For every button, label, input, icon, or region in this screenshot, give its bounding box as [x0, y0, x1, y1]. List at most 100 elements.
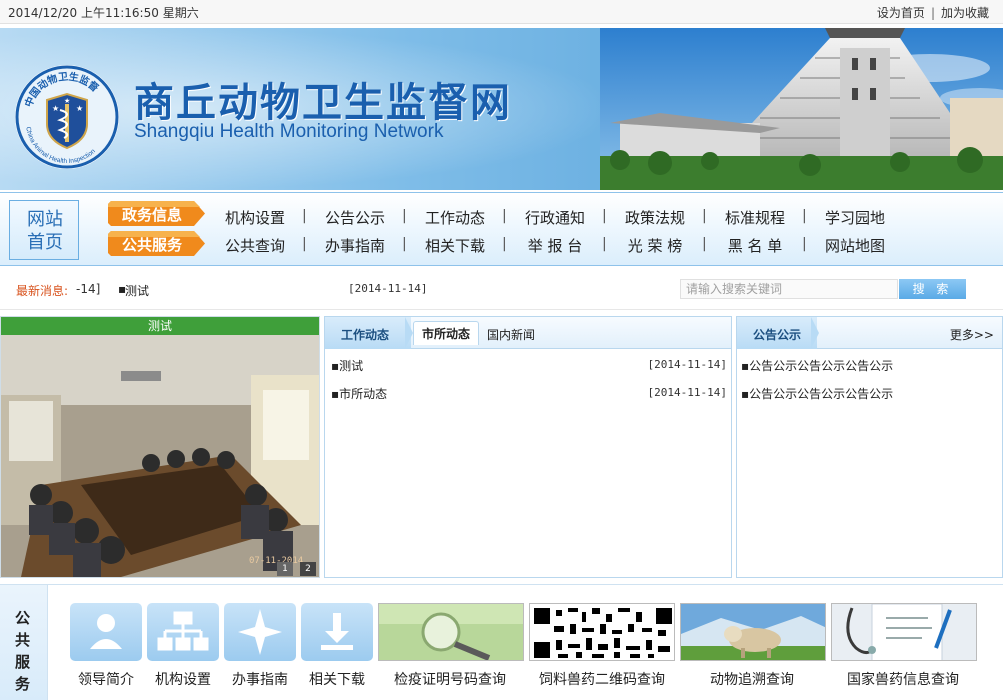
government-info-tag[interactable]: 政务信息 [108, 201, 206, 226]
news-ticker: 最新消息: -14] ▪ 测试 [2014-11-14] 搜 索 [0, 270, 1003, 310]
nav-row-public: 公共查询 | 办事指南 | 相关下载 | 举 报 台 | 光 荣 榜 | 黑 名… [210, 235, 1000, 257]
search-button[interactable]: 搜 索 [899, 279, 966, 299]
site-subtitle: Shangqiu Health Monitoring Network [134, 121, 444, 142]
magnifier-image [378, 603, 524, 661]
person-icon [70, 603, 142, 661]
service-label: 机构设置 [155, 672, 211, 688]
museum-building-image [600, 28, 1003, 190]
news-tab-bar: 工作动态 市所动态 国内新闻 [325, 317, 731, 349]
nav-separator: | [402, 236, 407, 252]
notice-section-header: 公告公示 [737, 317, 817, 349]
medical-image [831, 603, 977, 661]
news-section-title: 工作动态 [341, 328, 390, 342]
compass-star-icon [224, 603, 296, 661]
public-services-label: 公共服务 [15, 609, 31, 693]
news-section-header: 工作动态 [325, 317, 411, 349]
nav-separator: | [302, 208, 307, 224]
news-item-date: [2014-11-14] [647, 358, 727, 371]
top-bar: 2014/12/20 上午11:16:50 星期六 设为首页 | 加为收藏 [0, 0, 1003, 24]
nav-separator: | [702, 236, 707, 252]
cow-image [680, 603, 826, 661]
service-label: 相关下载 [309, 672, 365, 688]
svg-text:★: ★ [76, 104, 83, 113]
home-button[interactable]: 网站 首页 [9, 200, 79, 260]
notice-list-item[interactable]: ▪公告公示公告公示公告公示 [741, 385, 893, 402]
news-item-title[interactable]: ▪测试 [331, 357, 363, 374]
top-links: 设为首页 | 加为收藏 [877, 4, 989, 21]
ticker-item-title[interactable]: 测试 [125, 282, 149, 299]
main-nav: 网站 首页 政务信息 公共服务 机构设置 | 公告公示 | 工作动态 | 行政通… [0, 192, 1003, 266]
nav-separator: | [302, 236, 307, 252]
service-label: 领导简介 [78, 672, 134, 688]
public-service-tag[interactable]: 公共服务 [108, 231, 206, 256]
slide-page-1[interactable]: 1 [277, 562, 293, 576]
ticker-label: 最新消息: [16, 284, 69, 298]
public-services-bar: 公共服务 领导简介 机构设置 办事指南 相关下载 检疫证明号码查询 饲料兽药二维… [0, 584, 1003, 700]
service-label: 国家兽药信息查询 [847, 672, 959, 688]
nav-row-government: 机构设置 | 公告公示 | 工作动态 | 行政通知 | 政策法规 | 标准规程 … [210, 207, 1000, 229]
nav-item-standards[interactable]: 标准规程 [710, 207, 800, 228]
notice-header: 公告公示 更多>> [737, 317, 1002, 349]
ticker-item-date: [2014-11-14] [348, 282, 428, 295]
nav-separator: | [702, 208, 707, 224]
header-banner: 中国动物卫生监督 China Animal Health Inspection … [0, 28, 1003, 190]
ticker-count: -14] [76, 282, 101, 296]
nav-item-blacklist[interactable]: 黑 名 单 [710, 235, 800, 256]
public-services-label-box: 公共服务 [0, 585, 48, 700]
top-links-separator: | [930, 6, 935, 20]
site-title: 商丘动物卫生监督网 [134, 79, 512, 126]
photo-caption: 测试 [1, 317, 319, 335]
nav-item-work-news[interactable]: 工作动态 [410, 207, 500, 228]
download-icon [301, 603, 373, 661]
news-item-date: [2014-11-14] [647, 386, 727, 399]
tab-arrow-icon [811, 317, 819, 349]
nav-item-report[interactable]: 举 报 台 [510, 235, 600, 256]
search-input[interactable] [680, 279, 898, 299]
qr-code-image [529, 603, 675, 661]
news-list-item[interactable]: ▪市所动态 [2014-11-14] [331, 385, 727, 403]
svg-text:★: ★ [52, 104, 59, 113]
nav-item-downloads[interactable]: 相关下载 [410, 235, 500, 256]
slide-page-2[interactable]: 2 [300, 562, 316, 576]
service-label: 饲料兽药二维码查询 [539, 672, 665, 688]
svg-text:★: ★ [64, 97, 70, 105]
current-datetime: 2014/12/20 上午11:16:50 星期六 [8, 6, 199, 20]
org-chart-icon [147, 603, 219, 661]
nav-item-public-query[interactable]: 公共查询 [210, 235, 300, 256]
government-info-label: 政务信息 [121, 206, 182, 224]
animal-health-logo-icon: 中国动物卫生监督 China Animal Health Inspection … [15, 65, 119, 169]
news-item-title[interactable]: ▪市所动态 [331, 385, 387, 402]
news-panel: 工作动态 市所动态 国内新闻 ▪测试 [2014-11-14] ▪市所动态 [2… [324, 316, 732, 578]
tab-arrow-icon [405, 317, 413, 349]
nav-item-sitemap[interactable]: 网站地图 [810, 235, 900, 256]
service-label: 办事指南 [232, 672, 288, 688]
add-favorite-link[interactable]: 加为收藏 [941, 6, 989, 20]
nav-separator: | [802, 236, 807, 252]
home-label: 网站 首页 [27, 209, 63, 253]
nav-item-policies[interactable]: 政策法规 [610, 207, 700, 228]
notice-section-title: 公告公示 [753, 328, 802, 342]
nav-item-learning[interactable]: 学习园地 [810, 207, 900, 228]
nav-item-honor-roll[interactable]: 光 荣 榜 [610, 235, 700, 256]
notice-more-link[interactable]: 更多>> [950, 326, 994, 343]
nav-separator: | [502, 208, 507, 224]
notice-list-item[interactable]: ▪公告公示公告公示公告公示 [741, 357, 893, 374]
service-label: 检疫证明号码查询 [394, 672, 506, 688]
public-service-label: 公共服务 [121, 236, 182, 254]
nav-item-service-guide[interactable]: 办事指南 [310, 235, 400, 256]
meeting-room-photo[interactable]: 07-11-2014 [1, 335, 319, 577]
set-home-link[interactable]: 设为首页 [877, 6, 925, 20]
nav-separator: | [402, 208, 407, 224]
tab-city-news[interactable]: 市所动态 [413, 321, 479, 345]
news-list-item[interactable]: ▪测试 [2014-11-14] [331, 357, 727, 375]
nav-separator: | [502, 236, 507, 252]
nav-item-notices[interactable]: 公告公示 [310, 207, 400, 228]
nav-separator: | [602, 236, 607, 252]
notice-panel: 公告公示 更多>> ▪公告公示公告公示公告公示 ▪公告公示公告公示公告公示 [736, 316, 1003, 578]
nav-item-admin-notices[interactable]: 行政通知 [510, 207, 600, 228]
nav-item-org-setup[interactable]: 机构设置 [210, 207, 300, 228]
nav-separator: | [602, 208, 607, 224]
service-label: 动物追溯查询 [710, 672, 794, 688]
tab-national-news[interactable]: 国内新闻 [487, 326, 535, 343]
photo-slideshow: 测试 07-11-2014 1 2 [0, 316, 320, 578]
